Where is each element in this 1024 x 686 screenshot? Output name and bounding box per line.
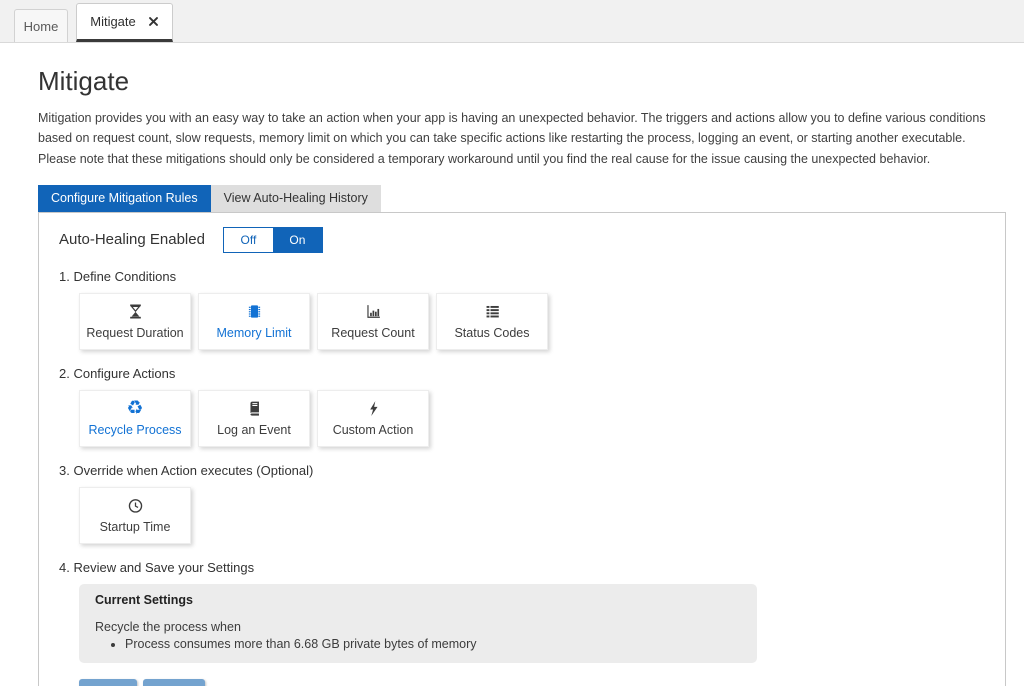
card-memory-limit[interactable]: Memory Limit bbox=[198, 293, 310, 350]
card-label: Log an Event bbox=[217, 423, 291, 437]
auto-healing-row: Auto-Healing Enabled Off On bbox=[59, 227, 985, 253]
toggle-off-button[interactable]: Off bbox=[224, 228, 273, 252]
subtab-view-history[interactable]: View Auto-Healing History bbox=[211, 185, 381, 212]
auto-healing-label: Auto-Healing Enabled bbox=[59, 231, 205, 248]
hourglass-icon bbox=[127, 302, 144, 321]
configure-rules-panel: Auto-Healing Enabled Off On 1. Define Co… bbox=[38, 212, 1006, 686]
subtab-configure-rules[interactable]: Configure Mitigation Rules bbox=[38, 185, 211, 212]
card-request-duration[interactable]: Request Duration bbox=[79, 293, 191, 350]
card-log-an-event[interactable]: Log an Event bbox=[198, 390, 310, 447]
save-button[interactable]: Save bbox=[79, 679, 137, 686]
card-recycle-process[interactable]: ♻ Recycle Process bbox=[79, 390, 191, 447]
current-settings-list: Process consumes more than 6.68 GB priva… bbox=[125, 637, 741, 651]
card-label: Startup Time bbox=[100, 520, 171, 534]
recycle-icon: ♻ bbox=[126, 399, 143, 418]
close-icon[interactable] bbox=[148, 16, 159, 27]
card-label: Status Codes bbox=[454, 326, 529, 340]
section-title-review-save: 4. Review and Save your Settings bbox=[59, 560, 985, 575]
page-title: Mitigate bbox=[38, 66, 1006, 97]
tab-mitigate-label: Mitigate bbox=[90, 14, 136, 29]
reset-button[interactable]: Reset bbox=[143, 679, 205, 686]
toggle-on-button[interactable]: On bbox=[273, 228, 322, 252]
card-custom-action[interactable]: Custom Action bbox=[317, 390, 429, 447]
tab-mitigate[interactable]: Mitigate bbox=[76, 3, 173, 42]
current-settings-bullet: Process consumes more than 6.68 GB priva… bbox=[125, 637, 741, 651]
bar-chart-icon bbox=[365, 302, 382, 321]
memory-chip-icon bbox=[246, 302, 263, 321]
page-description: Mitigation provides you with an easy way… bbox=[38, 108, 1006, 169]
lightning-icon bbox=[365, 399, 382, 418]
tab-home[interactable]: Home bbox=[14, 9, 68, 42]
card-label: Recycle Process bbox=[88, 423, 181, 437]
button-row: Save Reset bbox=[79, 679, 985, 686]
list-icon bbox=[484, 302, 501, 321]
current-settings-intro: Recycle the process when bbox=[95, 620, 741, 634]
card-label: Request Duration bbox=[86, 326, 183, 340]
section-title-define-conditions: 1. Define Conditions bbox=[59, 269, 985, 284]
clock-icon bbox=[127, 496, 144, 515]
current-settings-box: Current Settings Recycle the process whe… bbox=[79, 584, 757, 663]
book-icon bbox=[246, 399, 263, 418]
card-label: Memory Limit bbox=[216, 326, 291, 340]
auto-healing-toggle: Off On bbox=[223, 227, 323, 253]
condition-cards: Request Duration Memory Limit bbox=[79, 293, 985, 350]
card-label: Custom Action bbox=[333, 423, 414, 437]
action-cards: ♻ Recycle Process Log an Event bbox=[79, 390, 985, 447]
mitigation-subtabs: Configure Mitigation Rules View Auto-Hea… bbox=[38, 185, 1006, 212]
card-request-count[interactable]: Request Count bbox=[317, 293, 429, 350]
card-status-codes[interactable]: Status Codes bbox=[436, 293, 548, 350]
tab-home-label: Home bbox=[24, 19, 59, 34]
section-title-configure-actions: 2. Configure Actions bbox=[59, 366, 985, 381]
override-cards: Startup Time bbox=[79, 487, 985, 544]
card-label: Request Count bbox=[331, 326, 414, 340]
browser-tab-bar: Home Mitigate bbox=[0, 0, 1024, 43]
section-title-override: 3. Override when Action executes (Option… bbox=[59, 463, 985, 478]
card-startup-time[interactable]: Startup Time bbox=[79, 487, 191, 544]
current-settings-heading: Current Settings bbox=[95, 593, 741, 607]
